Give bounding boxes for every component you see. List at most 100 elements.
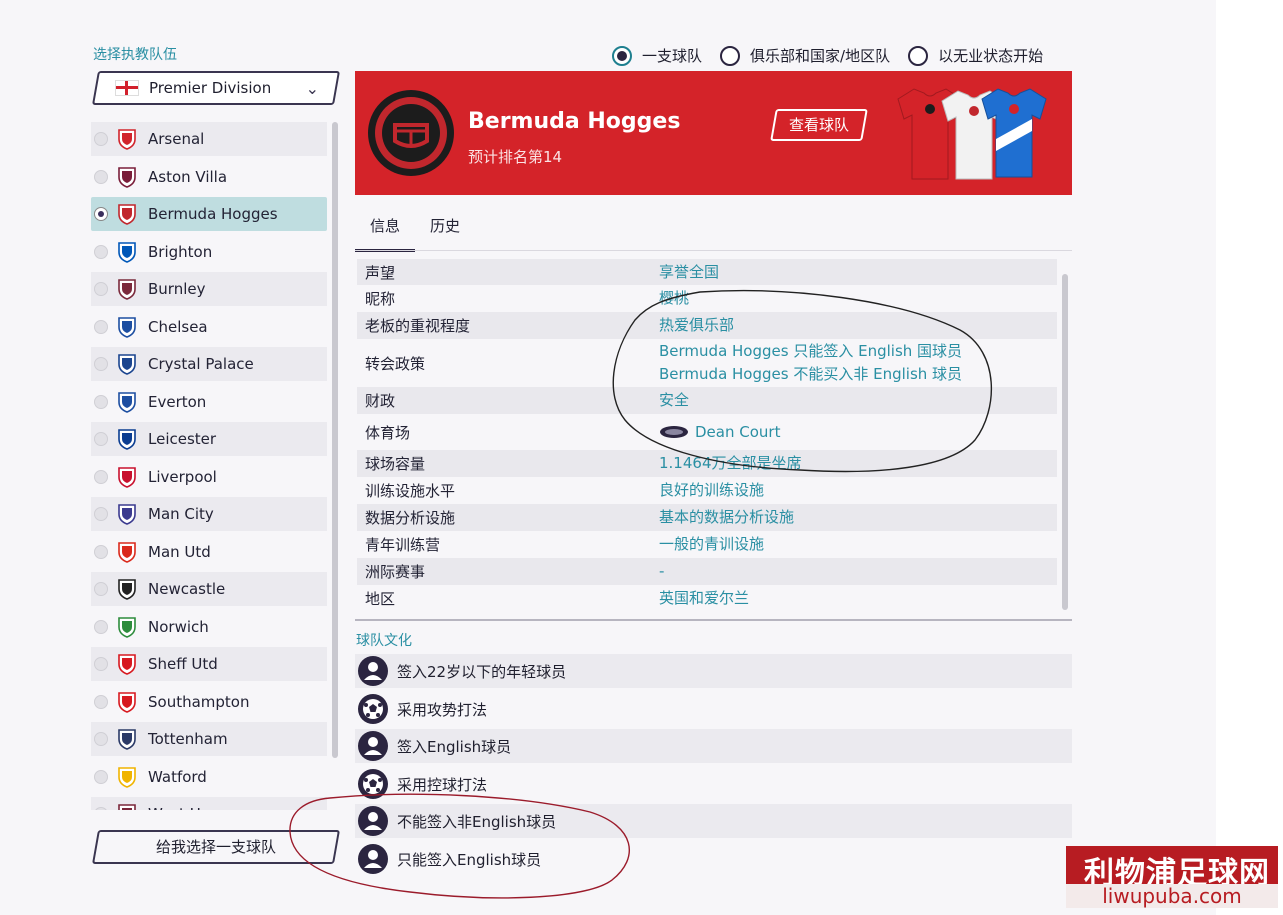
info-row: 声望 享誉全国 (357, 259, 1057, 285)
tab-history[interactable]: 历史 (415, 212, 475, 252)
tab-info[interactable]: 信息 (355, 212, 415, 252)
info-value: 一般的青训设施 (659, 535, 765, 553)
team-crest-icon (116, 166, 138, 188)
culture-label: 不能签入非English球员 (397, 812, 557, 831)
club-name: Bermuda Hogges (468, 109, 681, 134)
team-name: Leicester (148, 430, 217, 448)
team-list[interactable]: Arsenal Aston Villa Bermuda Hogges Brighton… (91, 120, 328, 810)
radio-unselected-icon (94, 319, 108, 334)
team-row[interactable]: Crystal Palace (91, 347, 327, 381)
club-crest-icon (368, 90, 454, 176)
team-row[interactable]: Man Utd (91, 535, 327, 569)
info-key: 财政 (365, 392, 396, 410)
team-row[interactable]: Norwich (91, 610, 327, 644)
culture-item: 只能签入English球员 (355, 842, 1072, 876)
culture-item: 采用攻势打法 (355, 692, 1072, 726)
team-crest-icon (116, 578, 138, 600)
culture-label: 采用控球打法 (397, 775, 488, 794)
stadium-link[interactable]: Dean Court (659, 421, 780, 444)
team-list-scrollbar[interactable] (332, 122, 338, 758)
radio-unselected-icon (908, 45, 929, 66)
radio-unselected-icon (94, 169, 108, 184)
info-key: 数据分析设施 (365, 509, 456, 527)
choose-team-for-me-button[interactable]: 给我选择一支球队 (92, 830, 340, 864)
culture-item: 不能签入非English球员 (355, 804, 1072, 838)
team-row[interactable]: Chelsea (91, 310, 327, 344)
info-row: 球场容量 1.1464万全部是坐席 (357, 450, 1057, 477)
info-key: 地区 (365, 590, 396, 608)
team-name: Crystal Palace (148, 355, 254, 373)
info-row: 训练设施水平 良好的训练设施 (357, 477, 1057, 504)
league-name: Premier Division (149, 79, 272, 97)
option-unemployed[interactable]: 以无业状态开始 (908, 45, 1043, 66)
team-row[interactable]: Leicester (91, 422, 327, 456)
radio-unselected-icon (94, 469, 108, 484)
team-crest-icon (116, 728, 138, 750)
team-row[interactable]: Arsenal (91, 122, 327, 156)
info-value: - (659, 562, 665, 580)
info-tabs: 信息 历史 (355, 212, 475, 252)
radio-selected-icon (612, 45, 632, 66)
team-row[interactable]: Sheff Utd (91, 647, 327, 681)
info-key: 声望 (365, 263, 396, 282)
football-icon (357, 768, 389, 800)
team-crest-icon (116, 541, 138, 563)
site-watermark: 利物浦足球网 liwupuba.com (1066, 846, 1278, 908)
team-row[interactable]: Liverpool (91, 460, 327, 494)
radio-unselected-icon (94, 807, 108, 810)
radio-unselected-icon (94, 732, 108, 746)
team-name: Burnley (148, 280, 206, 298)
team-crest-icon (116, 428, 138, 450)
option-one-team[interactable]: 一支球队 (612, 45, 702, 66)
radio-unselected-icon (720, 45, 741, 66)
team-row[interactable]: Brighton (91, 235, 327, 269)
culture-item: 签入22岁以下的年轻球员 (355, 654, 1072, 688)
team-row[interactable]: Newcastle (91, 572, 327, 606)
team-row[interactable]: Watford (91, 760, 327, 794)
info-key: 昵称 (365, 290, 396, 308)
team-name: Chelsea (148, 317, 208, 336)
info-value: 樱桃 (659, 289, 690, 307)
club-kits-image (897, 88, 1047, 180)
league-dropdown[interactable]: Premier Division ⌄ (92, 71, 340, 105)
football-icon (357, 693, 389, 725)
radio-unselected-icon (94, 244, 108, 259)
person-icon (357, 805, 389, 837)
club-banner: Bermuda Hogges 预计排名第14 查看球队 (355, 71, 1072, 195)
info-row: 数据分析设施 基本的数据分析设施 (357, 504, 1057, 531)
radio-unselected-icon (94, 544, 108, 559)
info-scrollbar[interactable] (1062, 274, 1068, 610)
team-row[interactable]: Southampton (91, 685, 327, 719)
team-crest-icon (116, 278, 138, 300)
team-name: Norwich (148, 617, 209, 636)
team-name: Man City (148, 505, 214, 523)
team-crest-icon (116, 503, 138, 525)
info-value: 1.1464万全部是坐席 (659, 454, 802, 472)
team-crest-icon (116, 616, 138, 638)
team-row[interactable]: Everton (91, 385, 327, 419)
info-key: 洲际赛事 (365, 563, 426, 581)
stadium-icon (660, 426, 688, 438)
team-row[interactable]: Bermuda Hogges (91, 197, 327, 231)
team-row[interactable]: Man City (91, 497, 327, 531)
team-name: Watford (148, 767, 207, 786)
team-row[interactable]: Tottenham (91, 722, 327, 756)
info-key: 球场容量 (365, 455, 426, 473)
info-key: 训练设施水平 (365, 482, 456, 500)
view-team-button[interactable]: 查看球队 (770, 109, 868, 141)
team-crest-icon (116, 353, 138, 375)
team-row[interactable]: Burnley (91, 272, 327, 306)
team-name: Man Utd (148, 542, 211, 561)
team-crest-icon (116, 653, 138, 675)
option-club-and-nation[interactable]: 俱乐部和国家/地区队 (720, 45, 890, 66)
info-row: 财政 安全 (357, 387, 1057, 414)
radio-unselected-icon (94, 582, 108, 596)
page-margin (1216, 0, 1283, 915)
culture-item: 采用控球打法 (355, 767, 1072, 801)
team-row[interactable]: Aston Villa (91, 160, 327, 194)
team-name: Brighton (148, 242, 213, 261)
app-window: 选择执教队伍 Premier Division ⌄ Arsenal Aston V… (0, 0, 1216, 915)
radio-unselected-icon (94, 657, 108, 671)
team-row[interactable]: West H... (91, 797, 327, 810)
radio-unselected-icon (94, 282, 108, 296)
